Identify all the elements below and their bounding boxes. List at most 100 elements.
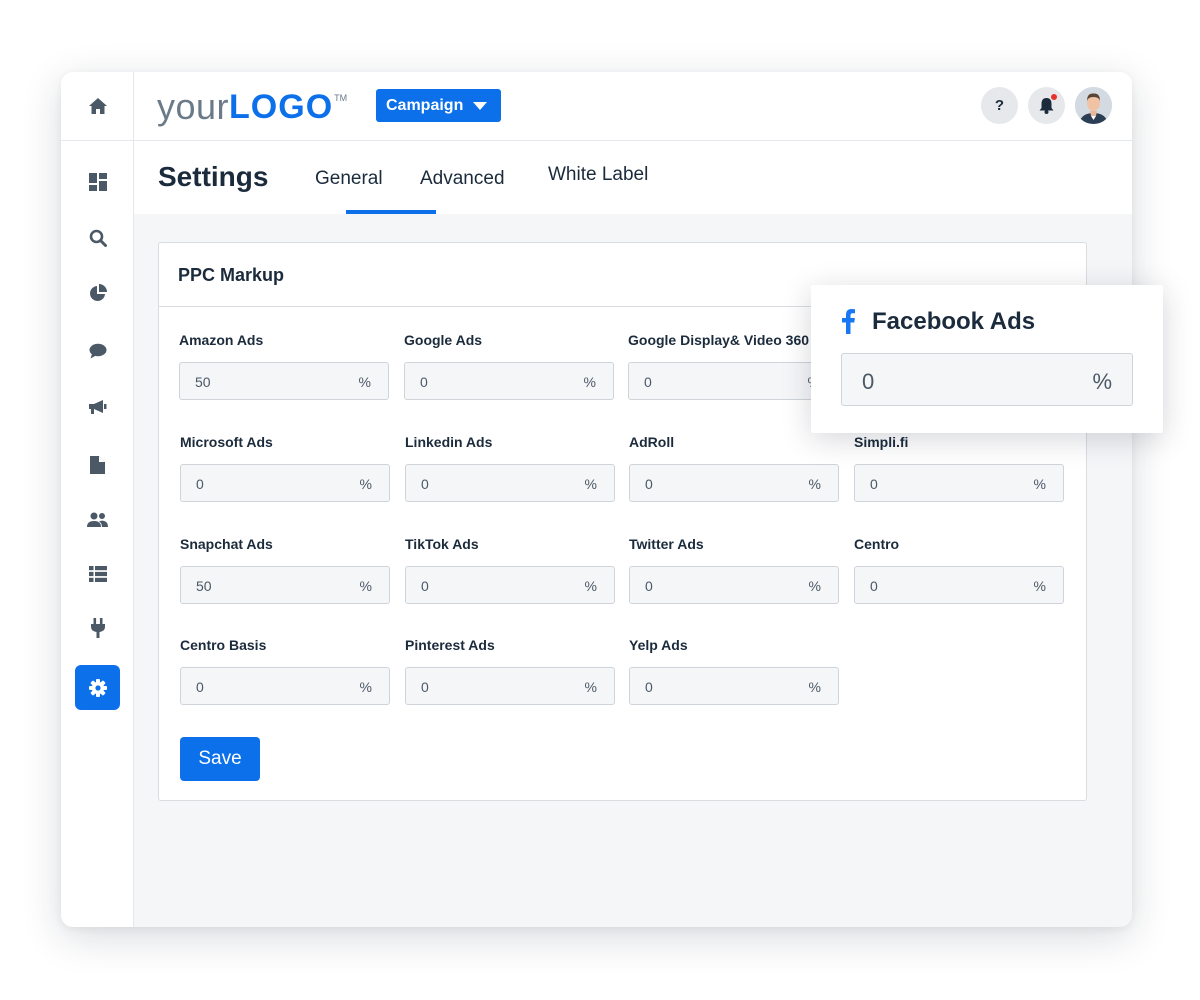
chat-icon	[89, 343, 106, 358]
plug-icon	[90, 617, 105, 638]
gear-icon	[88, 678, 107, 697]
campaign-dropdown-button[interactable]: Campaign	[376, 89, 501, 122]
notifications-button[interactable]	[1028, 87, 1065, 124]
input-value: 0	[421, 578, 429, 594]
microsoft-ads-input[interactable]: 0 %	[180, 464, 390, 502]
pinterest-ads-input[interactable]: 0 %	[405, 667, 615, 705]
field-tiktok-ads: TikTok Ads 0 %	[405, 536, 615, 604]
amazon-ads-input[interactable]: 50 %	[179, 362, 389, 400]
field-label: Twitter Ads	[629, 536, 704, 552]
card-title: PPC Markup	[178, 265, 285, 285]
sidebar-item-campaigns[interactable]	[75, 384, 120, 429]
help-icon: ?	[994, 97, 1005, 114]
field-centro: Centro 0 %	[854, 536, 1064, 604]
input-value: 0	[196, 476, 204, 492]
field-microsoft-ads: Microsoft Ads 0 %	[180, 434, 390, 502]
sidebar-item-integrations[interactable]	[75, 605, 120, 650]
facebook-ads-title: Facebook Ads	[872, 308, 1036, 335]
percent-suffix: %	[584, 679, 597, 695]
centro-basis-input[interactable]: 0 %	[180, 667, 390, 705]
users-icon	[87, 512, 108, 527]
megaphone-icon	[89, 399, 107, 414]
tiktok-ads-input[interactable]: 0 %	[405, 566, 615, 604]
tab-general[interactable]: General	[315, 168, 383, 190]
input-value: 0	[644, 374, 652, 390]
percent-suffix: %	[583, 374, 596, 390]
save-button[interactable]: Save	[180, 737, 260, 781]
tab-advanced[interactable]: Advanced	[420, 168, 505, 190]
centro-input[interactable]: 0 %	[854, 566, 1064, 604]
field-centro-basis: Centro Basis 0 %	[180, 637, 390, 705]
field-label: Google Ads	[404, 332, 483, 348]
percent-suffix: %	[808, 578, 821, 594]
input-value: 0	[870, 578, 878, 594]
percent-suffix: %	[358, 374, 371, 390]
page-title: Settings	[158, 161, 269, 192]
field-label: Amazon Ads	[179, 332, 264, 348]
percent-suffix: %	[359, 679, 372, 695]
help-button[interactable]: ?	[981, 87, 1018, 124]
list-icon	[88, 565, 107, 582]
search-icon	[89, 229, 107, 247]
input-value: 0	[645, 578, 653, 594]
twitter-ads-input[interactable]: 0 %	[629, 566, 839, 604]
facebook-icon	[842, 309, 855, 334]
percent-suffix: %	[359, 578, 372, 594]
field-pinterest-ads: Pinterest Ads 0 %	[405, 637, 615, 705]
field-amazon-ads: Amazon Ads 50 %	[179, 332, 389, 400]
tab-white-label[interactable]: White Label	[548, 164, 648, 186]
field-label: Simpli.fi	[854, 434, 909, 450]
sidebar-item-documents[interactable]	[75, 442, 120, 487]
sidebar	[61, 72, 134, 927]
sidebar-item-home[interactable]	[61, 72, 134, 141]
caret-down-icon	[473, 101, 488, 110]
field-twitter-ads: Twitter Ads 0 %	[629, 536, 839, 604]
sidebar-item-reports[interactable]	[75, 270, 120, 315]
user-avatar[interactable]	[1075, 87, 1112, 124]
top-bar: your LOGO TM Campaign ?	[134, 72, 1132, 141]
linkedin-ads-input[interactable]: 0 %	[405, 464, 615, 502]
field-yelp-ads: Yelp Ads 0 %	[629, 637, 839, 705]
percent-suffix: %	[1033, 476, 1046, 492]
input-value: 50	[195, 374, 211, 390]
field-label: Centro Basis	[180, 637, 267, 653]
sidebar-item-settings[interactable]	[75, 665, 120, 710]
facebook-ads-popup: Facebook Ads 0 %	[811, 285, 1163, 433]
sidebar-item-dashboard[interactable]	[75, 159, 120, 204]
field-simplifi: Simpli.fi 0 %	[854, 434, 1064, 502]
percent-suffix: %	[359, 476, 372, 492]
input-value: 0	[421, 679, 429, 695]
field-label: Yelp Ads	[629, 637, 688, 653]
google-ads-input[interactable]: 0 %	[404, 362, 614, 400]
input-value: 50	[196, 578, 212, 594]
home-icon	[88, 98, 107, 114]
input-value: 0	[420, 374, 428, 390]
settings-tabs-bar: Settings General Advanced White Label	[134, 141, 1132, 214]
active-tab-indicator	[346, 210, 436, 214]
snapchat-ads-input[interactable]: 50 %	[180, 566, 390, 604]
input-value: 0	[421, 476, 429, 492]
facebook-ads-input[interactable]: 0 %	[841, 353, 1133, 406]
sidebar-item-search[interactable]	[75, 215, 120, 260]
percent-suffix: %	[808, 476, 821, 492]
input-value: 0	[645, 476, 653, 492]
percent-suffix: %	[584, 476, 597, 492]
adroll-input[interactable]: 0 %	[629, 464, 839, 502]
logo-text-your: your	[157, 86, 230, 127]
percent-suffix: %	[584, 578, 597, 594]
input-value: 0	[870, 476, 878, 492]
sidebar-item-lists[interactable]	[75, 551, 120, 596]
field-google-ads: Google Ads 0 %	[404, 332, 614, 400]
google-display-video-360-input[interactable]: 0 %	[628, 362, 838, 400]
input-value: 0	[862, 369, 875, 394]
simplifi-input[interactable]: 0 %	[854, 464, 1064, 502]
sidebar-item-users[interactable]	[75, 497, 120, 542]
input-value: 0	[196, 679, 204, 695]
percent-suffix: %	[1092, 369, 1112, 394]
sidebar-item-messages[interactable]	[75, 328, 120, 373]
brand-logo[interactable]: your LOGO TM	[157, 87, 347, 127]
dashboard-icon	[88, 172, 107, 191]
yelp-ads-input[interactable]: 0 %	[629, 667, 839, 705]
field-label: Microsoft Ads	[180, 434, 273, 450]
logo-text-logo: LOGO	[229, 88, 334, 126]
